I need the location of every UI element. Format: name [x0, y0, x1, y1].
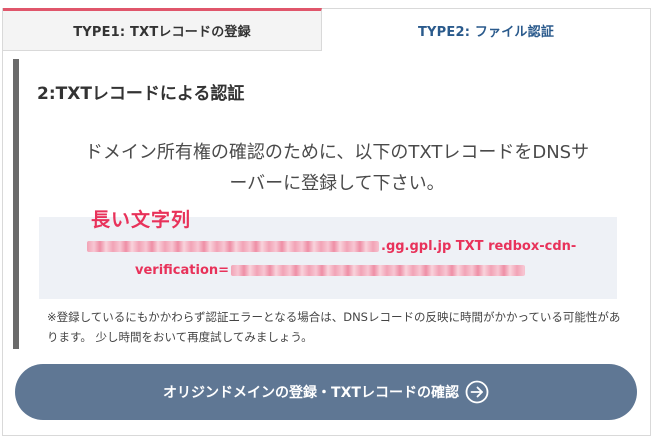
arrow-right-circle-icon — [465, 380, 489, 404]
txt-record-section: 2:TXTレコードによる認証 ドメイン所有権の確認のために、以下のTXTレコード… — [13, 59, 627, 349]
record-line-2-text: verification= — [135, 263, 230, 278]
record-line-1-text: .gg.gpl.jp TXT redbox-cdn- — [381, 239, 577, 254]
instruction-line-2: ーバーに登録して下さい。 — [229, 173, 445, 194]
record-line-1: .gg.gpl.jp TXT redbox-cdn- — [87, 239, 576, 254]
section-accent-bar — [13, 59, 19, 349]
record-line-2: verification= — [135, 263, 526, 278]
section-title: 2:TXTレコードによる認証 — [37, 84, 245, 104]
tab-type2-label: TYPE2: ファイル認証 — [417, 24, 555, 40]
register-and-confirm-button[interactable]: オリジンドメインの登録・TXTレコードの確認 — [15, 364, 637, 420]
confirm-button-label: オリジンドメインの登録・TXTレコードの確認 — [163, 385, 459, 401]
redacted-hostname — [87, 241, 379, 252]
tab-bar: TYPE1: TXTレコードの登録 TYPE2: ファイル認証 — [3, 8, 650, 51]
tab-type1-label: TYPE1: TXTレコードの登録 — [73, 25, 251, 40]
tab-type2-file-auth[interactable]: TYPE2: ファイル認証 — [322, 9, 650, 51]
instruction-text: ドメイン所有権の確認のために、以下のTXTレコードをDNSサ ーバーに登録して下… — [37, 137, 637, 199]
dns-propagation-note: ※登録しているにもかかわらず認証エラーとなる場合は、DNSレコードの反映に時間が… — [47, 310, 621, 344]
verification-panel: TYPE1: TXTレコードの登録 TYPE2: ファイル認証 2:TXTレコー… — [2, 8, 651, 436]
long-string-annotation: 長い文字列 — [91, 209, 192, 231]
instruction-line-1: ドメイン所有権の確認のために、以下のTXTレコードをDNSサ — [84, 142, 590, 163]
redacted-verification-token — [231, 265, 526, 276]
tab-type1-txt-record[interactable]: TYPE1: TXTレコードの登録 — [3, 8, 322, 50]
txt-record-box: 長い文字列 .gg.gpl.jp TXT redbox-cdn- verific… — [39, 209, 617, 299]
